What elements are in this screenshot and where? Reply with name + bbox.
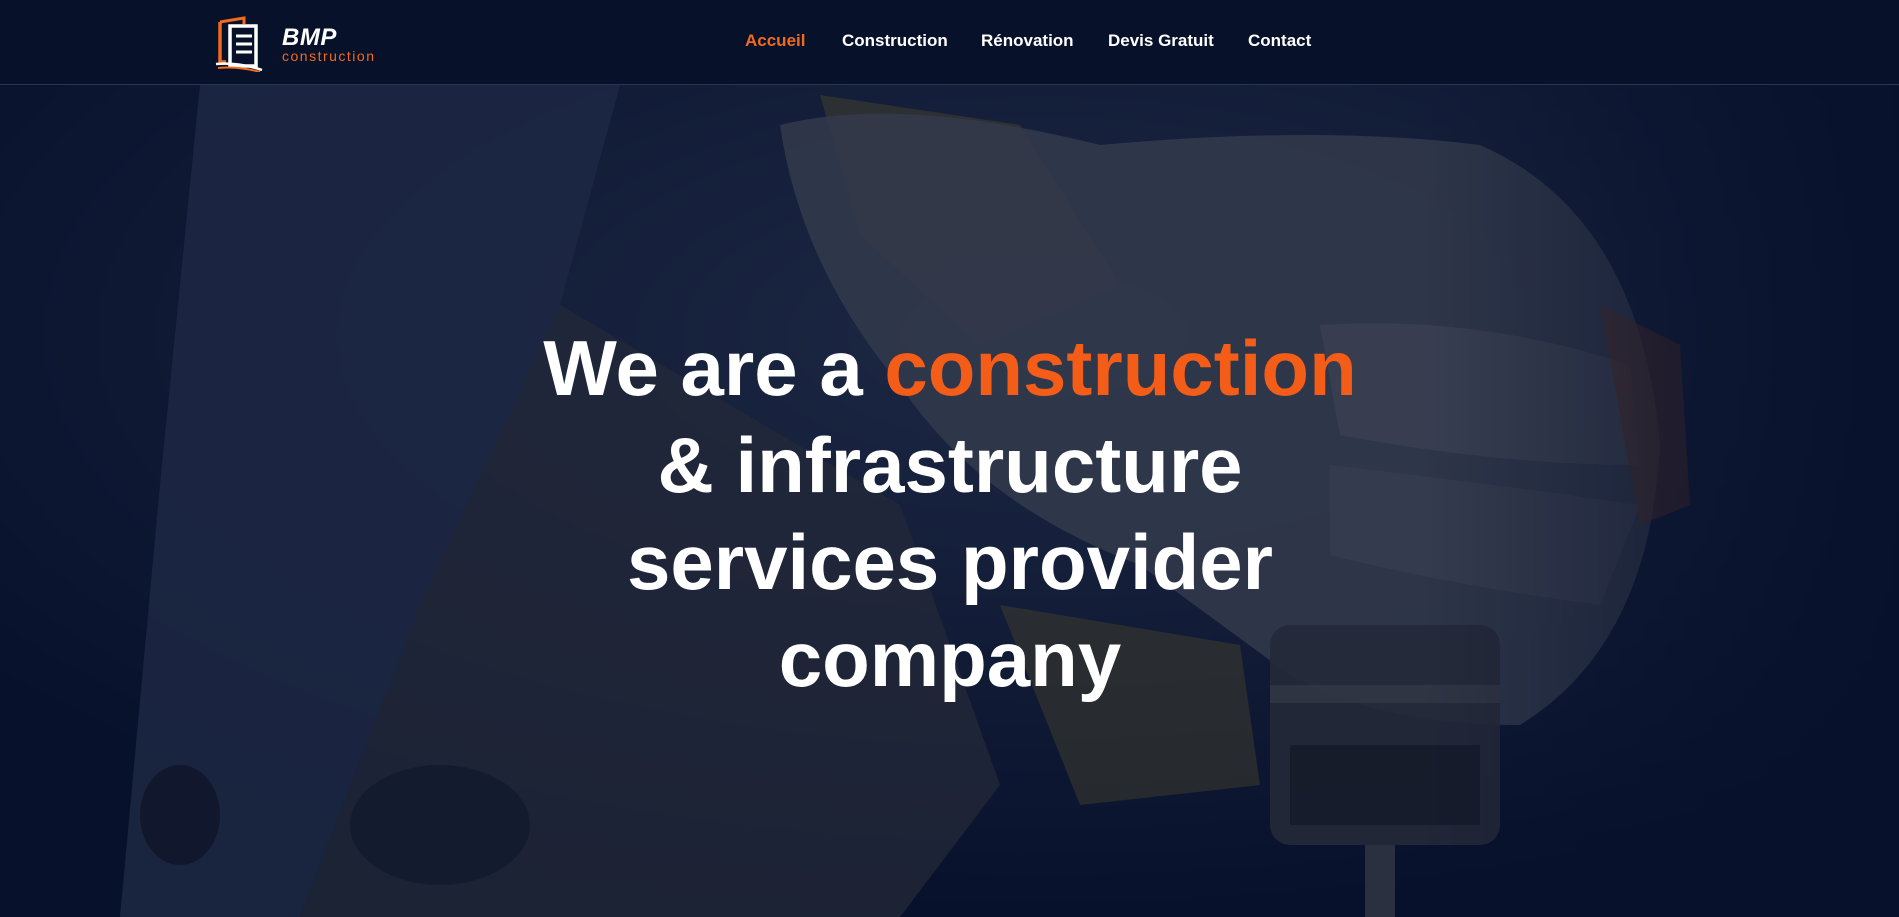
brand-logo[interactable]: BMP construction (214, 14, 384, 72)
brand-tagline: construction (282, 48, 376, 64)
hero-headline: We are a construction & infrastructure s… (450, 320, 1450, 708)
headline-accent-word: construction (884, 324, 1357, 412)
site-header: BMP construction Accueil Construction Ré… (0, 0, 1899, 85)
headline-line4: company (778, 615, 1122, 703)
building-logo-icon (215, 16, 263, 72)
nav-item-construction[interactable]: Construction (842, 31, 948, 51)
nav-item-devis-gratuit[interactable]: Devis Gratuit (1108, 31, 1214, 51)
nav-item-renovation[interactable]: Rénovation (981, 31, 1074, 51)
hero-section: We are a construction & infrastructure s… (0, 85, 1899, 917)
headline-line3: services provider (626, 518, 1274, 606)
nav-item-contact[interactable]: Contact (1248, 31, 1311, 51)
nav-item-accueil[interactable]: Accueil (745, 31, 805, 51)
headline-line2: & infrastructure (657, 421, 1243, 509)
headline-line1: We are a construction (543, 324, 1357, 412)
